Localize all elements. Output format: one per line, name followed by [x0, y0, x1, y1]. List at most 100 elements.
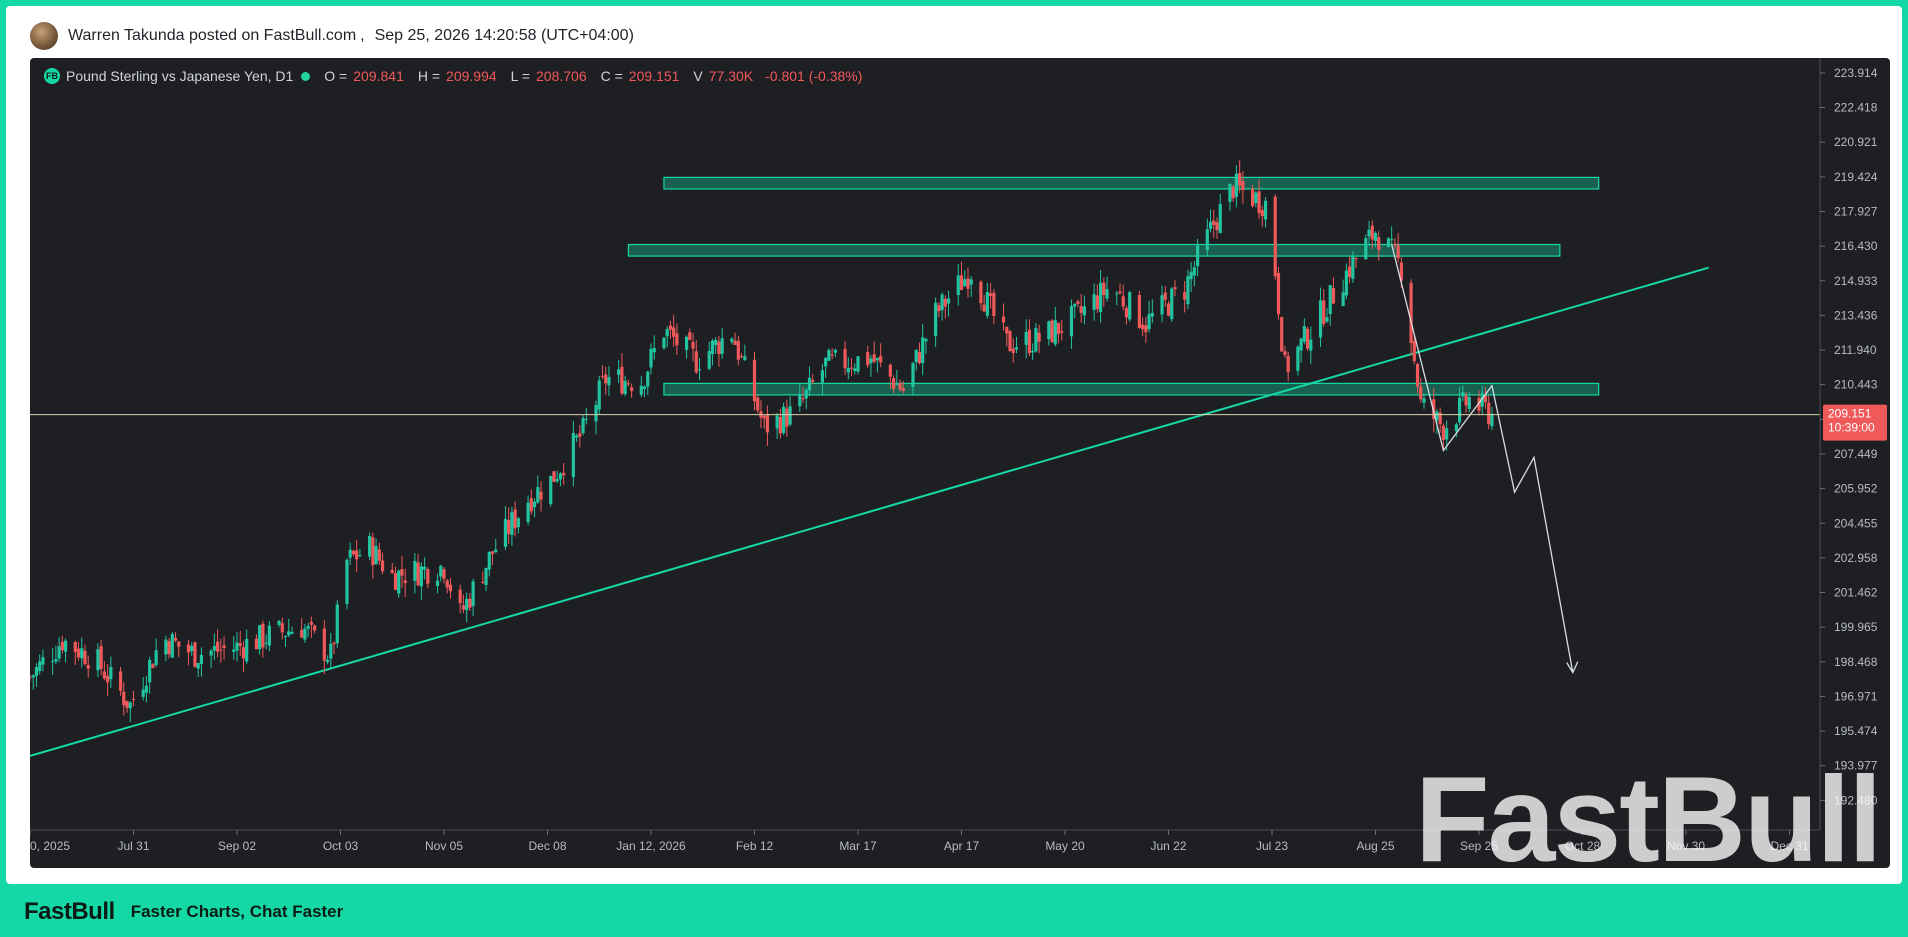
candle-body	[959, 275, 964, 291]
candlestick-chart[interactable]: 223.914 222.418 220.921 219.424 217.927 216.4…	[30, 58, 1890, 868]
candle-body	[193, 642, 197, 667]
candle-body	[743, 356, 747, 361]
y-tick-label: 223.914	[1834, 66, 1878, 80]
candle	[1318, 287, 1323, 348]
candle	[830, 347, 834, 360]
candle-body	[1325, 317, 1329, 322]
candle	[1141, 317, 1145, 337]
candle-body	[1299, 338, 1303, 351]
y-tick-label: 219.424	[1834, 170, 1878, 184]
candle-body	[51, 661, 55, 663]
x-tick-label: Apr 17	[944, 839, 980, 853]
low-label: L =	[510, 68, 530, 84]
candle	[552, 471, 556, 483]
candle-body	[1118, 291, 1122, 294]
footer-logo[interactable]: FastBull	[24, 898, 115, 926]
candle	[924, 337, 928, 355]
candle-body	[571, 433, 575, 478]
candle	[355, 539, 359, 573]
candle	[979, 279, 983, 311]
candle-body	[1445, 428, 1449, 440]
candle	[96, 643, 100, 678]
author-avatar[interactable]	[30, 22, 58, 50]
candle-body	[558, 473, 563, 480]
candle	[1422, 393, 1426, 409]
candle	[1024, 319, 1028, 359]
candle	[190, 642, 194, 657]
candle	[283, 635, 288, 648]
candle-body	[921, 337, 925, 364]
candle-body	[144, 685, 149, 693]
candle-body	[733, 340, 737, 346]
candle	[173, 632, 178, 643]
candle-body	[788, 406, 792, 425]
chart-container[interactable]: FB Pound Sterling vs Japanese Yen, D1 O …	[30, 58, 1890, 868]
chart-legend: FB Pound Sterling vs Japanese Yen, D1 O …	[44, 68, 862, 84]
candle-body	[765, 414, 770, 433]
x-tick-label: Oct 03	[323, 839, 359, 853]
candle	[562, 462, 566, 485]
candle	[38, 654, 42, 675]
candle-body	[600, 375, 605, 377]
candle	[765, 405, 770, 446]
candle	[1098, 269, 1103, 323]
candle-body	[345, 559, 349, 604]
candle-body	[1341, 292, 1345, 307]
candle	[63, 638, 68, 663]
candle-body	[1150, 312, 1154, 317]
candle	[937, 302, 941, 318]
candle-body	[368, 535, 372, 557]
candle-body	[34, 667, 39, 677]
candle-body	[827, 350, 831, 361]
candle-body	[1302, 326, 1306, 342]
candle-body	[1257, 191, 1261, 214]
candle-body	[684, 336, 689, 350]
price-change: -0.801 (-0.38%)	[765, 68, 863, 84]
candle	[934, 297, 938, 347]
candle-body	[516, 518, 520, 528]
candle-body	[371, 537, 375, 566]
candle	[371, 532, 375, 579]
candle-body	[736, 340, 740, 360]
candle-body	[487, 551, 491, 570]
projection-path	[1391, 244, 1574, 673]
candle	[539, 481, 543, 512]
candle	[177, 641, 181, 658]
candle-body	[1121, 296, 1125, 307]
candle-body	[982, 304, 986, 312]
close-value: 209.151	[628, 68, 680, 84]
candle-body	[830, 354, 834, 356]
y-tick-label: 222.418	[1834, 101, 1878, 115]
candle	[1034, 323, 1038, 353]
candle	[762, 414, 766, 429]
candle-body	[313, 625, 317, 631]
author-line[interactable]: Warren Takunda posted on FastBull.com	[68, 27, 356, 45]
candle	[167, 637, 171, 659]
candle-body	[739, 356, 744, 358]
candle	[1079, 293, 1083, 323]
price-tag-value: 209.151	[1828, 407, 1872, 421]
candle	[377, 542, 381, 565]
candle	[1260, 205, 1264, 227]
candle	[1102, 277, 1106, 307]
candle	[254, 634, 259, 650]
trendline-layer	[30, 266, 1709, 757]
candle-body	[484, 567, 488, 585]
candle-body	[290, 631, 294, 634]
candle	[558, 472, 563, 487]
candle-body	[578, 433, 582, 437]
candle	[241, 640, 246, 673]
candle	[164, 635, 168, 662]
candle-body	[374, 546, 378, 565]
candle-body	[1050, 320, 1054, 343]
candle-body	[914, 349, 918, 363]
candle	[196, 662, 200, 677]
candle	[397, 569, 401, 598]
candle-body	[872, 354, 876, 362]
candle-body	[348, 549, 352, 558]
open-value: 209.841	[353, 68, 404, 84]
candle-body	[403, 580, 407, 584]
candle	[345, 558, 349, 610]
candle-body	[186, 644, 191, 653]
candle-body	[309, 621, 313, 625]
